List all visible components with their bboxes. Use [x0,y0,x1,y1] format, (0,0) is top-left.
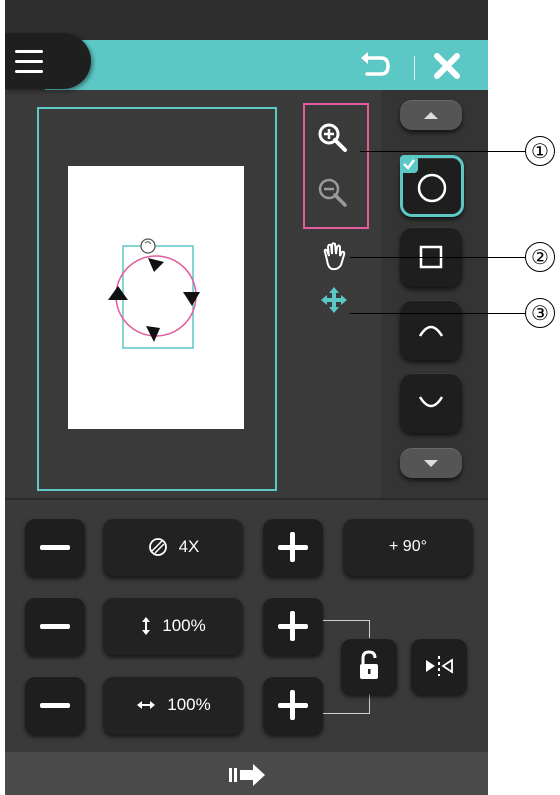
rotate-handle-icon[interactable] [140,238,156,254]
close-button[interactable] [430,50,464,82]
mirror-icon [426,656,453,676]
section-divider [5,498,488,500]
density-increase-button[interactable] [263,518,323,576]
pan-button[interactable] [317,240,351,274]
callout-1: ① [525,136,555,166]
arc-top-icon [418,325,444,337]
horizontal-arrow-icon [137,701,156,709]
header-separator [414,56,415,80]
width-value-box: 100% [103,676,243,734]
callout-line-1 [360,151,525,152]
zoom-in-icon [318,123,347,152]
menu-button[interactable] [5,33,91,89]
density-icon [148,538,167,556]
next-arrow-icon [229,764,265,786]
minus-icon [40,624,70,629]
shape-arc-top-button[interactable] [400,300,462,360]
callout-line-3 [350,313,525,314]
minus-icon [40,545,70,550]
aspect-lock-button[interactable] [341,638,397,694]
density-decrease-button[interactable] [25,518,85,576]
callout-2: ② [525,242,555,272]
rotate-label: + 90° [389,538,427,555]
undo-icon [361,52,390,76]
scroll-down-button[interactable] [400,448,462,478]
width-value: 100% [167,695,211,714]
close-icon [434,53,460,79]
zoom-in-button[interactable] [315,120,351,156]
device-screen: 4X + 90° 100% 100% [5,0,488,795]
rotate-90-button[interactable]: + 90° [343,518,473,576]
zoom-out-icon [318,178,347,207]
next-button[interactable] [223,760,273,790]
move-button[interactable] [318,284,350,316]
header-bar [45,40,488,90]
width-decrease-button[interactable] [25,676,85,734]
vertical-arrow-icon [142,617,151,635]
height-increase-button[interactable] [263,597,323,655]
unlock-icon [360,650,378,679]
height-decrease-button[interactable] [25,597,85,655]
callout-line-2 [350,257,525,258]
pattern-preview[interactable] [68,166,244,429]
density-value: 4X [178,537,200,556]
hand-icon [323,242,346,271]
checkmark-icon [400,155,418,173]
density-value-box: 4X [103,518,243,576]
shape-circle-button[interactable] [400,155,464,217]
callout-3: ③ [525,298,555,328]
chevron-down-icon [424,460,438,467]
status-strip [5,0,488,40]
height-value: 100% [162,616,206,635]
shape-arc-bottom-button[interactable] [400,373,462,433]
mirror-button[interactable] [411,638,467,694]
width-increase-button[interactable] [263,676,323,734]
minus-icon [40,703,70,708]
zoom-out-button[interactable] [315,175,351,211]
chevron-up-icon [424,112,438,119]
undo-button[interactable] [357,50,393,82]
height-value-box: 100% [103,597,243,655]
scroll-up-button[interactable] [400,100,462,130]
move-arrows-icon [321,287,347,313]
arc-bottom-icon [418,396,444,408]
